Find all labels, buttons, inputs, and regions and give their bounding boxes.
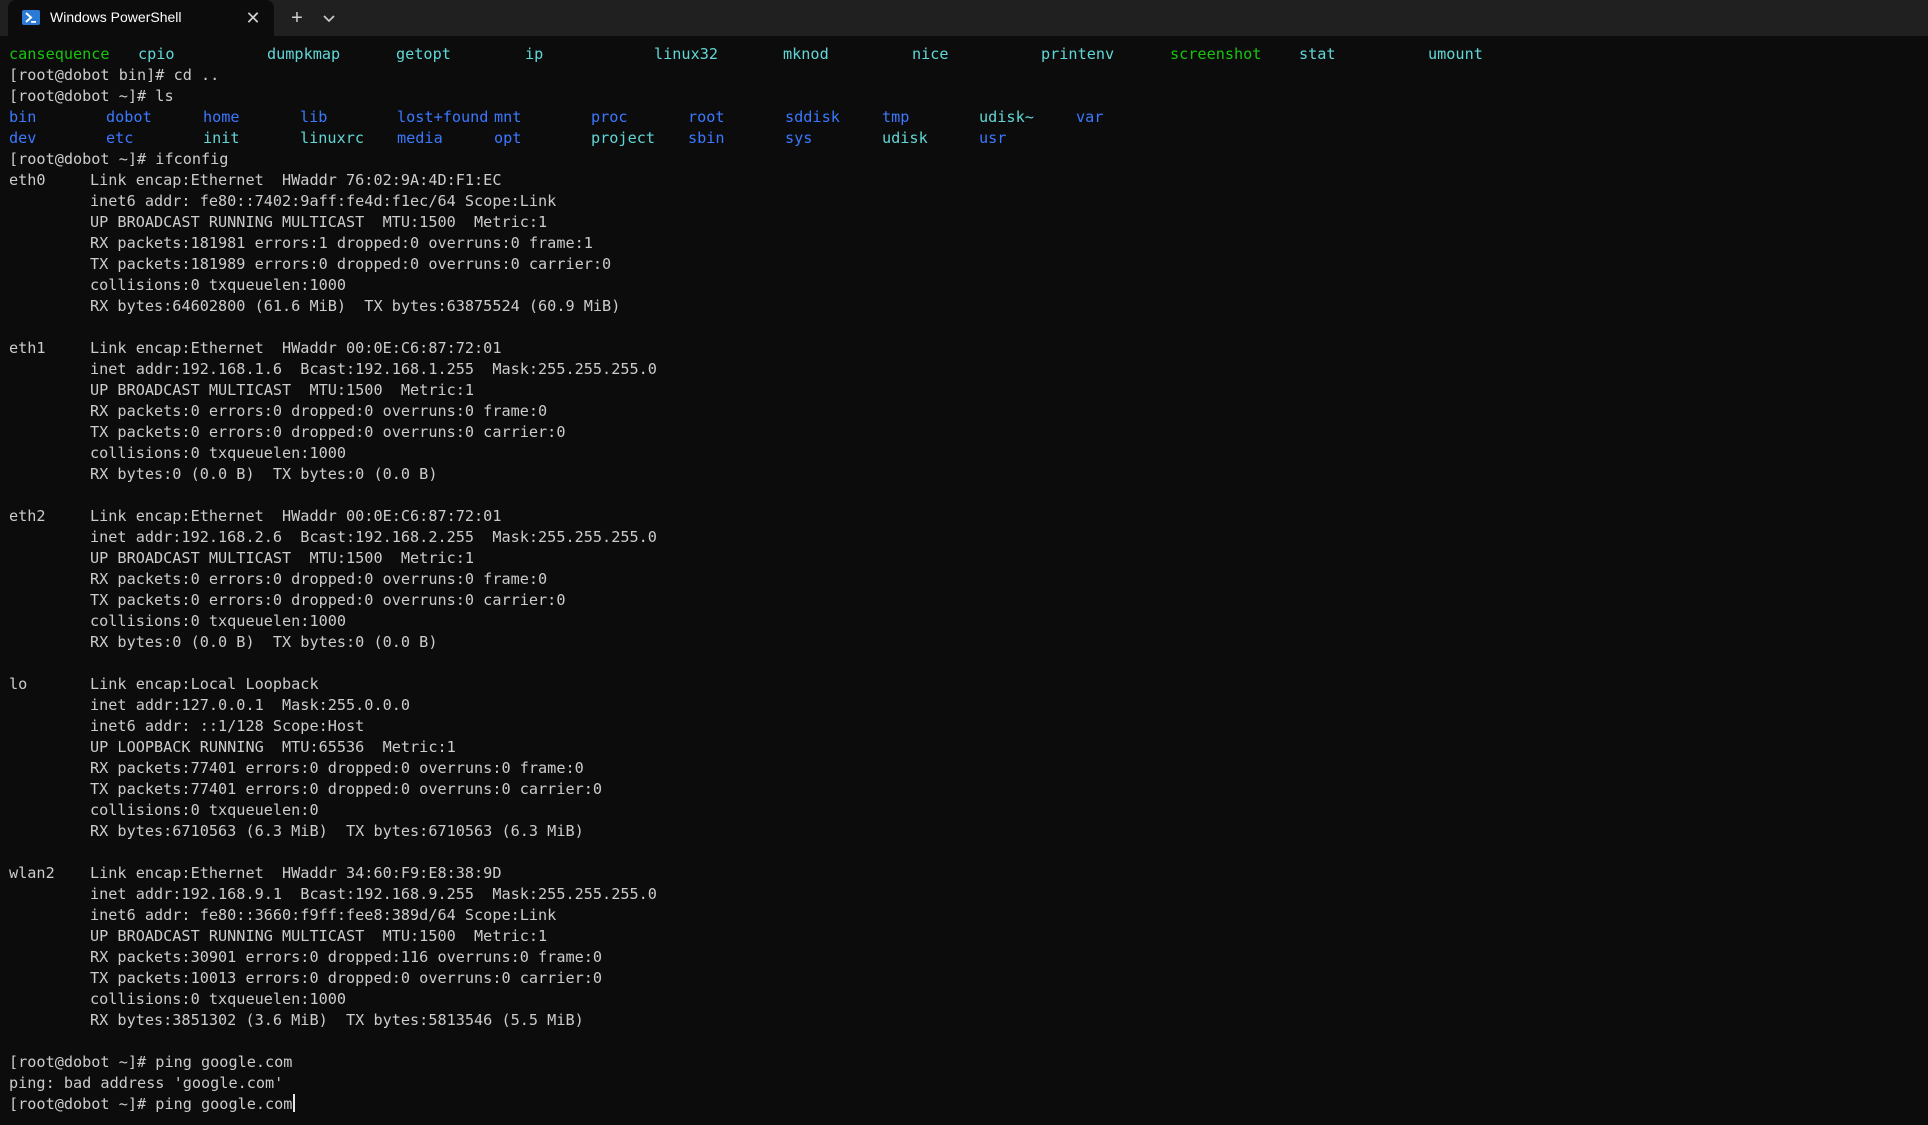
interface-detail: RX packets:77401 errors:0 dropped:0 over… [90, 759, 584, 777]
file-entry: tmp [882, 108, 910, 126]
interface-detail: inet addr:192.168.2.6 Bcast:192.168.2.25… [90, 528, 657, 546]
file-entry: media [397, 129, 443, 147]
file-entry: mknod [783, 45, 829, 63]
interface-detail: RX packets:181981 errors:1 dropped:0 ove… [90, 234, 593, 252]
file-entry: cansequence [9, 45, 110, 63]
interface-detail: collisions:0 txqueuelen:1000 [90, 612, 347, 630]
interface-detail: inet addr:127.0.0.1 Mask:255.0.0.0 [90, 696, 411, 714]
error-line: ping: bad address 'google.com' [9, 1074, 284, 1092]
command-line: [root@dobot bin]# cd .. [9, 66, 220, 84]
interface-detail: TX packets:10013 errors:0 dropped:0 over… [90, 969, 603, 987]
interface-detail: UP BROADCAST MULTICAST MTU:1500 Metric:1 [90, 381, 475, 399]
file-entry: usr [979, 129, 1007, 147]
interface-detail: TX packets:0 errors:0 dropped:0 overruns… [90, 591, 566, 609]
interface-detail: UP BROADCAST RUNNING MULTICAST MTU:1500 … [90, 213, 548, 231]
file-entry: opt [494, 129, 522, 147]
file-entry: printenv [1041, 45, 1115, 63]
command-line: [root@dobot ~]# ping google.com [9, 1053, 293, 1071]
file-entry: init [203, 129, 240, 147]
file-entry: udisk [882, 129, 928, 147]
interface-detail: Link encap:Local Loopback [90, 675, 319, 693]
file-entry: linuxrc [300, 129, 365, 147]
interface-name: lo [9, 675, 28, 693]
title-bar: Windows PowerShell ✕ + [0, 0, 1928, 36]
text-cursor [293, 1094, 296, 1112]
interface-detail: RX bytes:0 (0.0 B) TX bytes:0 (0.0 B) [90, 633, 438, 651]
file-entry: proc [591, 108, 628, 126]
file-entry: root [688, 108, 725, 126]
interface-detail: TX packets:0 errors:0 dropped:0 overruns… [90, 423, 566, 441]
file-entry: getopt [396, 45, 451, 63]
command-line: [root@dobot ~]# ifconfig [9, 150, 229, 168]
interface-name: eth2 [9, 507, 46, 525]
powershell-icon [22, 10, 40, 25]
interface-name: wlan2 [9, 864, 55, 882]
interface-detail: UP LOOPBACK RUNNING MTU:65536 Metric:1 [90, 738, 456, 756]
interface-detail: RX bytes:3851302 (3.6 MiB) TX bytes:5813… [90, 1011, 584, 1029]
interface-detail: inet6 addr: ::1/128 Scope:Host [90, 717, 365, 735]
command-line: [root@dobot ~]# ls [9, 87, 174, 105]
command-line: [root@dobot ~]# ping google.com [9, 1094, 296, 1115]
interface-detail: Link encap:Ethernet HWaddr 00:0E:C6:87:7… [90, 339, 502, 357]
interface-name: eth1 [9, 339, 46, 357]
file-entry: mnt [494, 108, 522, 126]
interface-detail: RX packets:0 errors:0 dropped:0 overruns… [90, 402, 548, 420]
interface-detail: inet6 addr: fe80::7402:9aff:fe4d:f1ec/64… [90, 192, 557, 210]
file-entry: ip [525, 45, 544, 63]
chevron-down-icon[interactable] [318, 7, 340, 29]
interface-detail: UP BROADCAST MULTICAST MTU:1500 Metric:1 [90, 549, 475, 567]
interface-detail: RX bytes:6710563 (6.3 MiB) TX bytes:6710… [90, 822, 584, 840]
interface-detail: Link encap:Ethernet HWaddr 76:02:9A:4D:F… [90, 171, 502, 189]
tab-windows-powershell[interactable]: Windows PowerShell ✕ [8, 0, 274, 36]
tab-title: Windows PowerShell [50, 9, 182, 25]
file-entry: bin [9, 108, 37, 126]
file-entry: stat [1299, 45, 1336, 63]
interface-detail: collisions:0 txqueuelen:1000 [90, 990, 347, 1008]
file-entry: etc [106, 129, 134, 147]
close-tab-icon[interactable]: ✕ [242, 7, 264, 29]
file-entry: sbin [688, 129, 725, 147]
interface-detail: inet6 addr: fe80::3660:f9ff:fee8:389d/64… [90, 906, 557, 924]
interface-name: eth0 [9, 171, 46, 189]
interface-detail: RX packets:30901 errors:0 dropped:116 ov… [90, 948, 603, 966]
interface-detail: UP BROADCAST RUNNING MULTICAST MTU:1500 … [90, 927, 548, 945]
interface-detail: RX bytes:64602800 (61.6 MiB) TX bytes:63… [90, 297, 621, 315]
interface-detail: Link encap:Ethernet HWaddr 34:60:F9:E8:3… [90, 864, 502, 882]
file-entry: project [591, 129, 656, 147]
file-entry: var [1076, 108, 1104, 126]
file-entry: home [203, 108, 240, 126]
file-entry: screenshot [1170, 45, 1262, 63]
file-entry: dumpkmap [267, 45, 341, 63]
file-entry: cpio [138, 45, 175, 63]
file-entry: dev [9, 129, 37, 147]
interface-detail: collisions:0 txqueuelen:1000 [90, 276, 347, 294]
terminal-output[interactable]: cansequence cpio dumpkmap getopt ip linux32 mk… [9, 44, 1919, 1119]
file-entry: sys [785, 129, 813, 147]
interface-detail: TX packets:181989 errors:0 dropped:0 ove… [90, 255, 612, 273]
file-entry: lib [300, 108, 328, 126]
interface-detail: collisions:0 txqueuelen:1000 [90, 444, 347, 462]
interface-detail: RX packets:0 errors:0 dropped:0 overruns… [90, 570, 548, 588]
interface-detail: inet addr:192.168.1.6 Bcast:192.168.1.25… [90, 360, 657, 378]
interface-detail: inet addr:192.168.9.1 Bcast:192.168.9.25… [90, 885, 657, 903]
file-entry: lost+found [397, 108, 489, 126]
file-entry: linux32 [654, 45, 719, 63]
file-entry: umount [1428, 45, 1483, 63]
interface-detail: TX packets:77401 errors:0 dropped:0 over… [90, 780, 603, 798]
file-entry: nice [912, 45, 949, 63]
file-entry: sddisk [785, 108, 840, 126]
interface-detail: RX bytes:0 (0.0 B) TX bytes:0 (0.0 B) [90, 465, 438, 483]
new-tab-button[interactable]: + [286, 7, 308, 29]
file-entry: dobot [106, 108, 152, 126]
interface-detail: Link encap:Ethernet HWaddr 00:0E:C6:87:7… [90, 507, 502, 525]
file-entry: udisk~ [979, 108, 1034, 126]
interface-detail: collisions:0 txqueuelen:0 [90, 801, 319, 819]
